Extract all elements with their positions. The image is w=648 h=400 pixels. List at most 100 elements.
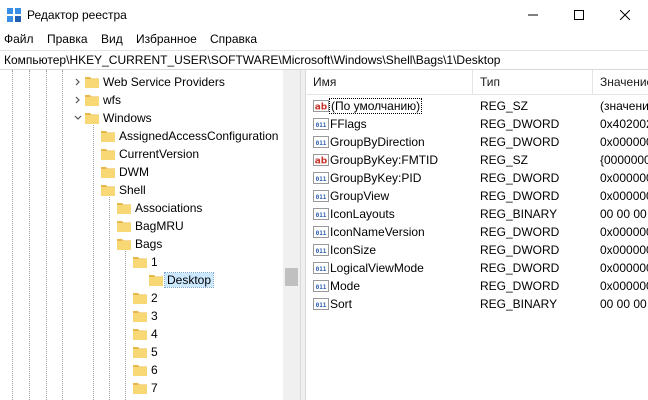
value-row[interactable]: abGroupByKey:FMTID REG_SZ {00000000-0000: [306, 151, 648, 169]
tree-node-label: 6: [151, 363, 158, 377]
tree-node[interactable]: Web Service Providers: [0, 73, 290, 91]
tree-node[interactable]: AssignedAccessConfiguration: [0, 127, 290, 145]
value-name: Sort: [330, 297, 353, 311]
folder-icon: [101, 149, 115, 160]
column-divider[interactable]: [472, 70, 473, 94]
title-bar: Редактор реестра: [0, 0, 648, 30]
chevron-right-icon[interactable]: [72, 94, 84, 106]
value-type: REG_DWORD: [480, 261, 560, 275]
tree-node[interactable]: Desktop: [0, 271, 290, 289]
value-name: GroupView: [330, 189, 390, 203]
value-value: 0x00000000: [600, 189, 648, 203]
binary-value-icon: 011: [313, 244, 329, 256]
value-value: (значение не присвоено): [600, 99, 648, 113]
value-value: 0x00000001: [600, 135, 648, 149]
tree-node[interactable]: 5: [0, 343, 290, 361]
binary-value-icon: 011: [313, 208, 329, 220]
column-type[interactable]: Тип: [480, 75, 500, 89]
value-name: Mode: [330, 279, 361, 293]
value-type: REG_DWORD: [480, 279, 560, 293]
address-bar[interactable]: Компьютер\HKEY_CURRENT_USER\SOFTWARE\Mic…: [0, 50, 648, 70]
value-row[interactable]: 011FFlags REG_DWORD 0x40200225: [306, 115, 648, 133]
menu-favorites[interactable]: Избранное: [136, 32, 197, 46]
tree-node[interactable]: DWM: [0, 163, 290, 181]
minimize-button[interactable]: [510, 0, 556, 30]
svg-text:011: 011: [316, 140, 327, 147]
tree-node[interactable]: 4: [0, 325, 290, 343]
svg-text:011: 011: [316, 248, 327, 255]
value-row[interactable]: 011IconNameVersion REG_DWORD 0x00000001: [306, 223, 648, 241]
folder-icon: [133, 311, 147, 322]
tree-node-label: AssignedAccessConfiguration: [119, 129, 279, 143]
binary-value-icon: 011: [313, 118, 329, 130]
tree-node[interactable]: 6: [0, 361, 290, 379]
binary-value-icon: 011: [313, 136, 329, 148]
menu-view[interactable]: Вид: [101, 32, 123, 46]
tree-node[interactable]: CurrentVersion: [0, 145, 290, 163]
folder-icon: [101, 185, 115, 196]
tree-node-label: Associations: [135, 201, 203, 215]
value-name: IconNameVersion: [330, 225, 425, 239]
tree-node[interactable]: 7: [0, 379, 290, 397]
maximize-button[interactable]: [556, 0, 602, 30]
value-row[interactable]: 011IconLayouts REG_BINARY 00 00 00 00: [306, 205, 648, 223]
string-value-icon: ab: [313, 154, 329, 167]
value-row[interactable]: 011Mode REG_DWORD 0x00000001: [306, 277, 648, 295]
binary-value-icon: 011: [313, 298, 329, 310]
value-value: 0x00000001: [600, 225, 648, 239]
folder-icon: [149, 275, 163, 286]
tree-node[interactable]: Associations: [0, 199, 290, 217]
column-value[interactable]: Значение: [600, 75, 648, 89]
tree-node[interactable]: Bags: [0, 235, 290, 253]
key-tree[interactable]: Web Service Providers wfs Windows AssignedA…: [0, 70, 300, 400]
tree-node[interactable]: wfs: [0, 91, 290, 109]
value-row[interactable]: ab(По умолчанию) REG_SZ (значение не присв…: [306, 97, 648, 115]
svg-text:ab: ab: [315, 103, 328, 113]
value-value: 0x40200225: [600, 117, 648, 131]
menu-bar: Файл Правка Вид Избранное Справка: [0, 30, 648, 50]
folder-icon: [117, 221, 131, 232]
chevron-down-icon[interactable]: [72, 112, 84, 124]
menu-edit[interactable]: Правка: [47, 32, 88, 46]
tree-node[interactable]: BagMRU: [0, 217, 290, 235]
folder-icon: [133, 257, 147, 268]
folder-icon: [85, 95, 99, 106]
tree-node-label: 2: [151, 291, 158, 305]
tree-node[interactable]: Windows: [0, 109, 290, 127]
value-name: GroupByKey:PID: [330, 171, 422, 185]
value-type: REG_SZ: [480, 153, 529, 167]
svg-text:011: 011: [316, 284, 327, 291]
value-value: {00000000-0000: [600, 153, 648, 167]
value-row[interactable]: 011IconSize REG_DWORD 0x00000030: [306, 241, 648, 259]
svg-text:011: 011: [316, 266, 327, 273]
column-divider[interactable]: [592, 70, 593, 94]
value-row[interactable]: 011Sort REG_BINARY 00 00 00 00: [306, 295, 648, 313]
value-row[interactable]: 011GroupByDirection REG_DWORD 0x00000001: [306, 133, 648, 151]
value-row[interactable]: 011GroupView REG_DWORD 0x00000000: [306, 187, 648, 205]
value-name: IconSize: [330, 243, 377, 257]
tree-node[interactable]: 1: [0, 253, 290, 271]
menu-help[interactable]: Справка: [210, 32, 257, 46]
folder-icon: [101, 131, 115, 142]
value-type: REG_BINARY: [480, 207, 558, 221]
tree-scrollbar[interactable]: [283, 70, 300, 400]
column-name[interactable]: Имя: [313, 75, 336, 89]
folder-icon: [133, 329, 147, 340]
values-list[interactable]: Имя Тип Значение ab (По умолчанию) REG_SZ(…: [306, 70, 648, 400]
value-name: LogicalViewMode: [330, 261, 424, 275]
tree-node[interactable]: 3: [0, 307, 290, 325]
tree-node[interactable]: Shell: [0, 181, 290, 199]
string-value-icon: ab: [313, 100, 329, 113]
chevron-right-icon[interactable]: [72, 76, 84, 88]
folder-icon: [133, 383, 147, 394]
maximize-icon: [574, 10, 584, 20]
value-row[interactable]: 011LogicalViewMode REG_DWORD 0x00000003: [306, 259, 648, 277]
tree-node[interactable]: 2: [0, 289, 290, 307]
value-row[interactable]: 011GroupByKey:PID REG_DWORD 0x00000000: [306, 169, 648, 187]
menu-file[interactable]: Файл: [4, 32, 34, 46]
tree-node-label: Shell: [119, 183, 146, 197]
tree-scrollbar-thumb[interactable]: [285, 268, 298, 286]
value-value: 00 00 00 00: [600, 297, 648, 311]
close-button[interactable]: [602, 0, 648, 30]
address-path[interactable]: Компьютер\HKEY_CURRENT_USER\SOFTWARE\Mic…: [4, 53, 500, 67]
